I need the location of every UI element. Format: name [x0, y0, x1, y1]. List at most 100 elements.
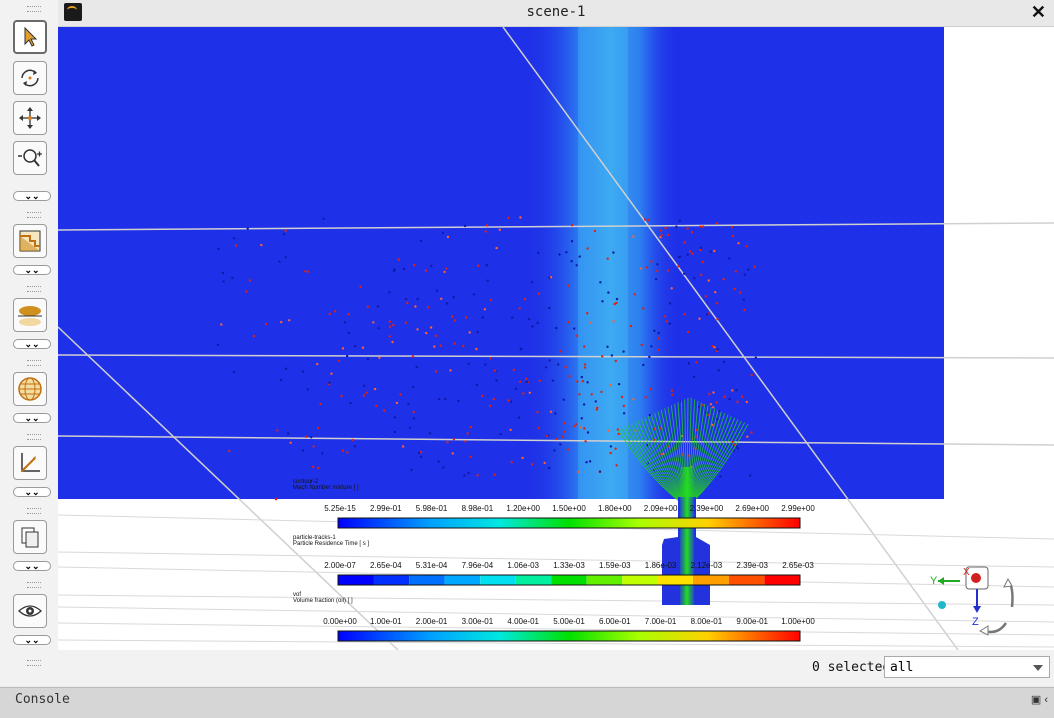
particle [328, 312, 331, 316]
particle [405, 297, 408, 301]
particle [668, 322, 671, 325]
expand-chevron-5[interactable]: ⌄⌄ [13, 487, 51, 497]
copy-button[interactable] [13, 520, 47, 554]
particle [607, 429, 610, 432]
particle [232, 237, 236, 240]
particle [706, 313, 709, 316]
close-scene-button[interactable]: ✕ [1031, 2, 1046, 23]
console-panel-header: Console ▣ ‹ [0, 687, 1054, 718]
particle [302, 449, 305, 452]
particle [599, 281, 602, 284]
particle [475, 347, 478, 351]
particle [527, 318, 531, 321]
particle [444, 398, 447, 401]
toolbar-grip[interactable] [27, 212, 41, 218]
particle [719, 475, 722, 478]
console-tab[interactable]: Console [15, 692, 70, 707]
particle [467, 362, 470, 365]
particle [366, 358, 370, 361]
particle [430, 264, 433, 267]
contour-surface-button[interactable] [13, 298, 47, 332]
zoom-tool-button[interactable] [13, 141, 47, 175]
particle [378, 356, 381, 359]
graphics-viewport[interactable]: contour-2 Mach Number mixture [ ] 5.25e-15… [58, 27, 1054, 650]
colorbar-tick-label: 1.33e-03 [553, 561, 585, 570]
particle [341, 347, 345, 350]
particle [424, 269, 428, 272]
expand-chevron-1[interactable]: ⌄⌄ [13, 191, 51, 201]
particle [341, 449, 345, 452]
expand-chevron-4[interactable]: ⌄⌄ [13, 413, 51, 423]
particle [722, 277, 725, 281]
particle [659, 229, 663, 232]
particle [525, 380, 528, 384]
console-window-controls-icon[interactable]: ▣ ‹ [1031, 693, 1048, 706]
pan-tool-button[interactable] [13, 101, 47, 135]
particle [483, 308, 487, 311]
selection-filter-dropdown[interactable]: all [884, 656, 1050, 678]
particle [691, 252, 694, 255]
particle [391, 340, 394, 344]
plume-core [578, 27, 628, 499]
particle [435, 289, 439, 292]
particle [228, 449, 231, 453]
particle [644, 396, 647, 399]
colorbar-tick-label: 2.09e+00 [644, 504, 678, 513]
particle [583, 366, 587, 369]
colorbar-band [622, 575, 658, 585]
particle [548, 306, 551, 310]
particle [419, 239, 423, 242]
particle [715, 302, 719, 305]
toolbar-grip[interactable] [27, 434, 41, 440]
particle [485, 224, 489, 227]
toolbar-grip[interactable] [27, 360, 41, 366]
view-rotate-arrows[interactable] [974, 577, 1024, 637]
toolbar-grip[interactable] [27, 6, 41, 12]
particle [559, 443, 562, 446]
particle [343, 321, 346, 324]
particle [614, 359, 617, 363]
particle [660, 234, 663, 237]
colorbar-tick-label: 7.96e-04 [462, 561, 494, 570]
colorbar-gradient [337, 517, 801, 529]
particle [509, 400, 513, 403]
particle [583, 363, 587, 366]
particle [408, 426, 412, 429]
particle [586, 312, 589, 315]
particle [677, 265, 680, 268]
expand-chevron-6[interactable]: ⌄⌄ [13, 561, 51, 571]
toolbar-grip[interactable] [27, 508, 41, 514]
triad-cyan-marker-icon [938, 601, 946, 609]
particle [687, 362, 691, 365]
particle [642, 363, 645, 367]
particle [699, 248, 702, 252]
axes-button[interactable] [13, 446, 47, 480]
particle [427, 306, 430, 309]
particle [666, 269, 670, 272]
expand-chevron-7[interactable]: ⌄⌄ [13, 635, 51, 645]
particle [317, 466, 320, 470]
particle [517, 416, 521, 419]
scene-canvas[interactable]: contour-2Mach Number mixture [ ]5.25e-15… [58, 27, 1054, 650]
toolbar-grip[interactable] [27, 286, 41, 292]
expand-chevron-3[interactable]: ⌄⌄ [13, 339, 51, 349]
particle [566, 448, 569, 451]
particle [289, 441, 292, 444]
rotate-tool-button[interactable] [13, 61, 47, 95]
visibility-button[interactable] [13, 594, 47, 628]
particle [548, 466, 551, 470]
colorbar-title: Mach Number mixture [ ] [293, 485, 359, 491]
rotate-icon [21, 69, 39, 87]
select-tool-button[interactable] [13, 20, 47, 54]
colorbar-tick-label: 4.00e-01 [507, 617, 539, 626]
particle [607, 291, 610, 294]
toolbar-grip[interactable] [27, 582, 41, 588]
colorbar-tick-label: 1.06e-03 [507, 561, 539, 570]
mesh-display-button[interactable] [13, 372, 47, 406]
particle [463, 224, 467, 228]
particle [287, 432, 290, 435]
toolbar-grip[interactable] [27, 660, 41, 666]
particle [573, 425, 576, 428]
expand-chevron-2[interactable]: ⌄⌄ [13, 265, 51, 275]
display-objects-button[interactable] [13, 224, 47, 258]
